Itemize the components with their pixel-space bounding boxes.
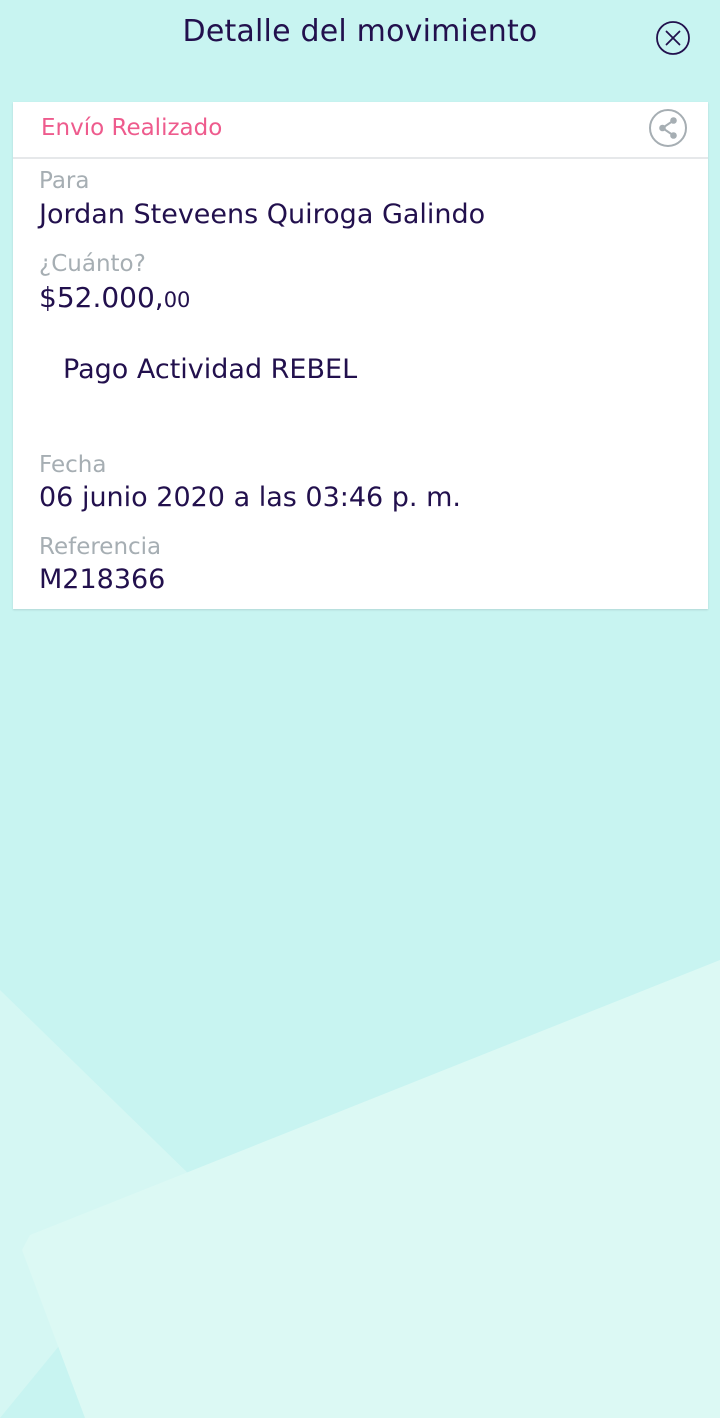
- amount-cents: 00: [163, 288, 191, 312]
- close-button[interactable]: [655, 20, 691, 56]
- reference-value: M218366: [39, 564, 166, 595]
- card-header: Envío Realizado: [13, 102, 708, 159]
- movement-detail-card: Envío Realizado Para Jordan Steveens Qui…: [13, 102, 708, 609]
- recipient-name: Jordan Steveens Quiroga Galindo: [39, 199, 486, 230]
- recipient-label: Para: [39, 168, 90, 194]
- payment-description: Pago Actividad REBEL: [63, 354, 358, 385]
- reference-label: Referencia: [39, 534, 162, 560]
- amount-integer: $52.000,: [39, 281, 164, 314]
- close-icon: [656, 21, 690, 55]
- share-icon: [649, 109, 687, 147]
- header: Detalle del movimiento: [0, 0, 720, 72]
- date-value: 06 junio 2020 a las 03:46 p. m.: [39, 482, 461, 513]
- amount-value: $52.000,00: [39, 281, 190, 314]
- share-button[interactable]: [648, 108, 688, 148]
- status-label: Envío Realizado: [41, 115, 223, 141]
- date-label: Fecha: [39, 452, 107, 478]
- page-title: Detalle del movimiento: [182, 14, 538, 49]
- amount-label: ¿Cuánto?: [39, 251, 146, 277]
